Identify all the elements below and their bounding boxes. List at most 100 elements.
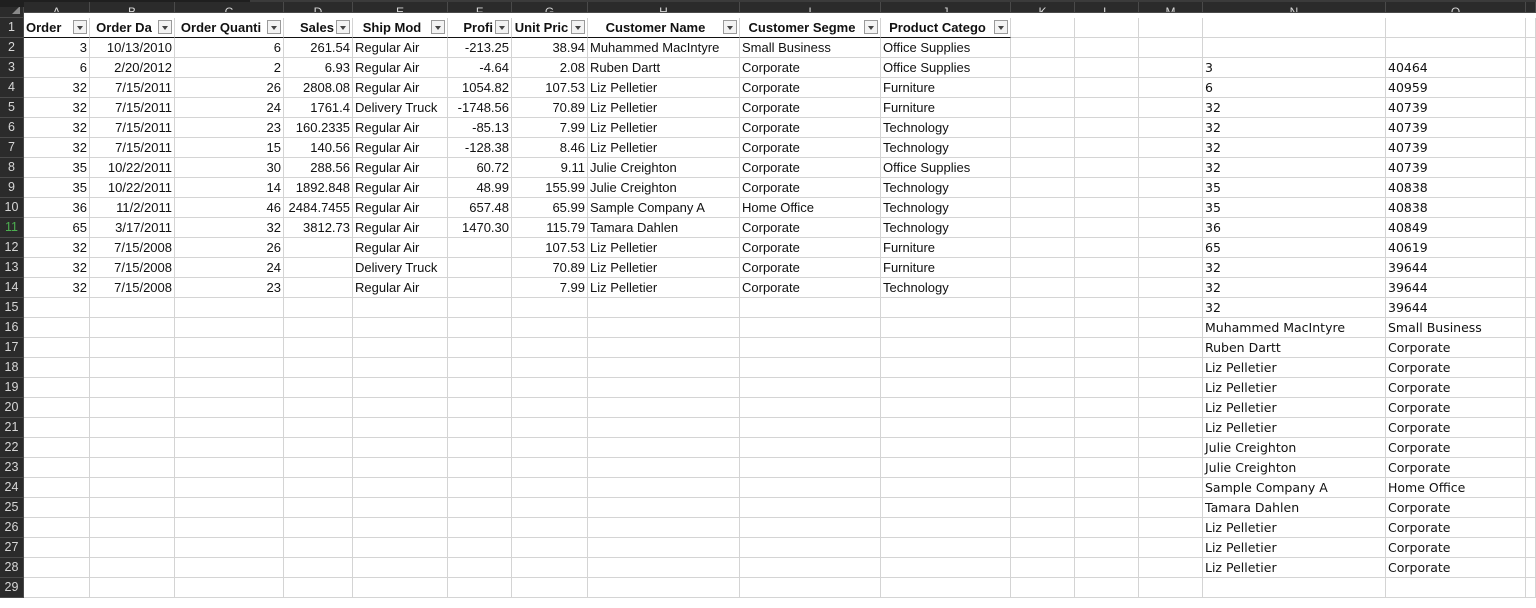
table-cell[interactable] <box>284 278 353 298</box>
side-cell-o[interactable]: Corporate <box>1386 538 1526 558</box>
side-cell-o[interactable]: 39644 <box>1386 298 1526 318</box>
cell[interactable] <box>1075 338 1139 358</box>
side-cell-n[interactable]: Tamara Dahlen <box>1203 498 1386 518</box>
table-cell[interactable]: Corporate <box>740 78 881 98</box>
cell[interactable] <box>1011 118 1075 138</box>
cell[interactable] <box>90 438 175 458</box>
cell[interactable] <box>24 518 90 538</box>
table-cell[interactable]: Regular Air <box>353 158 448 178</box>
cell[interactable] <box>512 378 588 398</box>
table-cell[interactable]: Corporate <box>740 98 881 118</box>
cell[interactable] <box>24 338 90 358</box>
filter-dropdown-icon[interactable] <box>431 20 445 34</box>
side-cell-n[interactable]: Liz Pelletier <box>1203 398 1386 418</box>
side-cell-n[interactable]: 36 <box>1203 218 1386 238</box>
table-cell[interactable]: 10/13/2010 <box>90 38 175 58</box>
cell[interactable] <box>448 338 512 358</box>
cell[interactable] <box>1011 278 1075 298</box>
cell[interactable] <box>284 358 353 378</box>
cell[interactable] <box>588 378 740 398</box>
cell[interactable] <box>588 298 740 318</box>
cell[interactable] <box>175 298 284 318</box>
cell[interactable] <box>90 338 175 358</box>
side-cell-o[interactable]: 40619 <box>1386 238 1526 258</box>
cell[interactable] <box>881 458 1011 478</box>
cell[interactable] <box>1526 398 1536 418</box>
cell[interactable] <box>90 398 175 418</box>
cell[interactable] <box>1139 218 1203 238</box>
row-header-3[interactable]: 3 <box>0 58 24 78</box>
cell[interactable] <box>90 538 175 558</box>
table-cell[interactable]: 10/22/2011 <box>90 178 175 198</box>
cell[interactable] <box>1139 258 1203 278</box>
cell[interactable] <box>740 538 881 558</box>
table-cell[interactable]: 46 <box>175 198 284 218</box>
row-header-5[interactable]: 5 <box>0 98 24 118</box>
table-cell[interactable]: Delivery Truck <box>353 98 448 118</box>
side-cell-o[interactable]: Corporate <box>1386 378 1526 398</box>
cell[interactable] <box>1526 358 1536 378</box>
cell[interactable] <box>175 338 284 358</box>
cell[interactable] <box>588 578 740 598</box>
cell[interactable] <box>353 458 448 478</box>
cell[interactable] <box>90 418 175 438</box>
table-header-cell[interactable]: Customer Segme <box>740 18 881 38</box>
side-cell-o[interactable]: 40739 <box>1386 118 1526 138</box>
cell[interactable] <box>881 438 1011 458</box>
table-cell[interactable]: Small Business <box>740 38 881 58</box>
table-cell[interactable]: Tamara Dahlen <box>588 218 740 238</box>
cell[interactable] <box>740 478 881 498</box>
cell[interactable] <box>1526 138 1536 158</box>
cell[interactable] <box>740 438 881 458</box>
cell[interactable] <box>740 358 881 378</box>
table-cell[interactable]: 32 <box>24 238 90 258</box>
table-cell[interactable]: 2 <box>175 58 284 78</box>
cell[interactable] <box>1526 418 1536 438</box>
cell[interactable] <box>1139 158 1203 178</box>
cell[interactable] <box>1011 458 1075 478</box>
cell[interactable] <box>353 578 448 598</box>
table-cell[interactable]: 7/15/2008 <box>90 258 175 278</box>
cell[interactable] <box>24 318 90 338</box>
cell[interactable] <box>1526 218 1536 238</box>
side-cell-n[interactable]: Liz Pelletier <box>1203 418 1386 438</box>
table-cell[interactable]: 15 <box>175 138 284 158</box>
cell[interactable] <box>512 458 588 478</box>
cell[interactable] <box>1139 178 1203 198</box>
cell[interactable] <box>1526 458 1536 478</box>
table-cell[interactable]: 11/2/2011 <box>90 198 175 218</box>
table-cell[interactable]: Julie Creighton <box>588 178 740 198</box>
cell[interactable] <box>90 318 175 338</box>
side-cell-o[interactable]: Corporate <box>1386 418 1526 438</box>
table-cell[interactable]: 288.56 <box>284 158 353 178</box>
cell[interactable] <box>90 458 175 478</box>
table-cell[interactable]: Technology <box>881 118 1011 138</box>
cell[interactable] <box>1075 498 1139 518</box>
column-header-g[interactable]: G <box>512 2 588 13</box>
cell[interactable] <box>512 498 588 518</box>
table-cell[interactable]: 115.79 <box>512 218 588 238</box>
cell[interactable] <box>175 378 284 398</box>
cell[interactable] <box>1075 98 1139 118</box>
cell[interactable] <box>1075 558 1139 578</box>
filter-dropdown-icon[interactable] <box>571 20 585 34</box>
cell[interactable] <box>1011 78 1075 98</box>
table-cell[interactable]: 32 <box>24 278 90 298</box>
cell[interactable] <box>175 358 284 378</box>
table-cell[interactable]: Corporate <box>740 258 881 278</box>
side-cell-o[interactable]: Corporate <box>1386 438 1526 458</box>
cell[interactable] <box>1075 538 1139 558</box>
cell[interactable] <box>1075 358 1139 378</box>
cell[interactable] <box>24 558 90 578</box>
cell[interactable] <box>588 538 740 558</box>
cell[interactable] <box>740 458 881 478</box>
table-cell[interactable]: 7/15/2011 <box>90 78 175 98</box>
table-cell[interactable]: 657.48 <box>448 198 512 218</box>
cell[interactable] <box>1011 198 1075 218</box>
cell[interactable] <box>1011 18 1075 38</box>
cell[interactable] <box>284 438 353 458</box>
cell[interactable] <box>1075 118 1139 138</box>
table-cell[interactable]: Liz Pelletier <box>588 138 740 158</box>
table-cell[interactable]: -213.25 <box>448 38 512 58</box>
cell[interactable] <box>1011 498 1075 518</box>
